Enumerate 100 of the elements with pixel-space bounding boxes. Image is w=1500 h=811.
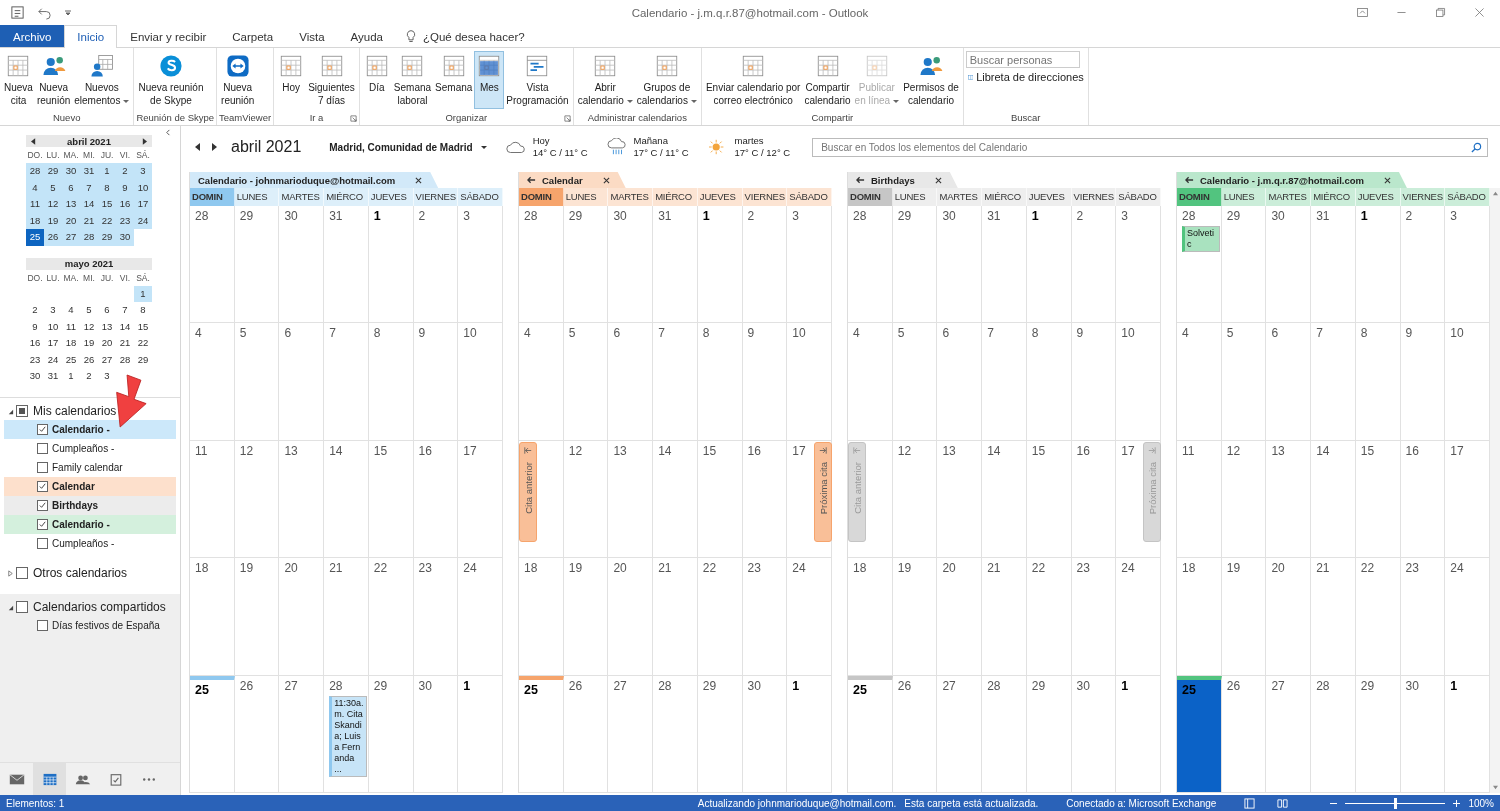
date-cell[interactable]: 19 xyxy=(80,335,98,352)
date-cell[interactable]: 21 xyxy=(116,335,134,352)
ribbon-button[interactable]: Semana laboral xyxy=(391,51,434,109)
calendar-name[interactable]: Calendar xyxy=(52,480,95,492)
date-cell[interactable]: 2 xyxy=(80,368,98,385)
customize-caret-icon[interactable] xyxy=(64,8,72,17)
date-cell[interactable]: 28 xyxy=(116,351,134,368)
date-cell[interactable]: 30 xyxy=(26,368,44,385)
date-cell[interactable]: 20 xyxy=(98,335,116,352)
checkbox[interactable] xyxy=(16,567,28,579)
date-cell[interactable]: 25 xyxy=(62,351,80,368)
date-cell[interactable]: 24 xyxy=(44,351,62,368)
close-icon[interactable] xyxy=(415,176,423,184)
date-cell[interactable]: 30 xyxy=(116,229,134,246)
ribbon-display-icon[interactable] xyxy=(1356,6,1369,19)
next-appointment-button[interactable]: Próxima cita xyxy=(814,442,832,542)
date-cell[interactable]: 16 xyxy=(116,196,134,213)
calendar-tab[interactable]: Calendar xyxy=(519,172,626,188)
previous-appointment-button[interactable]: Cita anterior xyxy=(519,442,537,542)
date-cell[interactable]: 15 xyxy=(134,318,152,335)
date-cell[interactable]: 1 xyxy=(62,368,80,385)
date-cell[interactable]: 29 xyxy=(44,163,62,180)
group-name[interactable]: Otros calendarios xyxy=(33,566,128,580)
date-cell[interactable]: 31 xyxy=(44,368,62,385)
close-icon[interactable] xyxy=(602,176,610,184)
date-cell[interactable]: 28 xyxy=(80,229,98,246)
ribbon-tab[interactable]: Inicio xyxy=(64,25,118,48)
ribbon-button[interactable]: Nueva reunión de Skype xyxy=(136,51,206,109)
ribbon-tab[interactable]: Carpeta xyxy=(219,25,287,47)
tell-me-search[interactable]: ¿Qué desea hacer? xyxy=(415,25,538,47)
checkbox[interactable] xyxy=(16,601,28,613)
checkbox[interactable] xyxy=(37,461,48,473)
checkbox[interactable] xyxy=(37,423,48,435)
dialog-launcher-icon[interactable] xyxy=(563,115,571,122)
zoom-thumb[interactable] xyxy=(1394,797,1398,809)
date-cell[interactable]: 1 xyxy=(134,285,152,302)
calendar-name[interactable]: Birthdays xyxy=(52,499,99,511)
restore-icon[interactable] xyxy=(1434,6,1447,19)
calendar-name[interactable]: Días festivos de España xyxy=(52,619,160,631)
date-cell[interactable]: 17 xyxy=(134,196,152,213)
ribbon-tab[interactable]: Ayuda xyxy=(337,25,396,47)
appointment[interactable]: Solvetic xyxy=(1182,226,1220,252)
group-name[interactable]: Calendarios compartidos xyxy=(33,600,166,614)
file-tab[interactable]: Archivo xyxy=(0,25,65,47)
calendar-name[interactable]: Calendario - xyxy=(52,423,110,435)
calendar-name[interactable]: Family calendar xyxy=(52,461,123,473)
date-cell[interactable]: 2 xyxy=(116,163,134,180)
date-cell[interactable]: 13 xyxy=(62,196,80,213)
date-cell[interactable]: 25 xyxy=(26,229,44,246)
date-cell[interactable]: 18 xyxy=(62,335,80,352)
ribbon-button[interactable]: Semana xyxy=(433,51,475,109)
date-cell[interactable]: 3 xyxy=(98,368,116,385)
date-cell[interactable]: 5 xyxy=(80,302,98,319)
date-cell[interactable]: 10 xyxy=(44,318,62,335)
ribbon-button[interactable]: Siguientes 7 días xyxy=(306,51,357,109)
date-cell[interactable]: 3 xyxy=(134,163,152,180)
calendar-tab[interactable]: Calendario - j.m.q.r.87@hotmail.com xyxy=(1177,172,1407,188)
close-icon[interactable] xyxy=(1383,176,1391,184)
people-search-field[interactable]: Buscar personas xyxy=(965,51,1080,68)
date-cell[interactable]: 11 xyxy=(26,196,44,213)
date-cell[interactable]: 26 xyxy=(44,229,62,246)
date-cell[interactable]: 11 xyxy=(62,318,80,335)
checkbox[interactable] xyxy=(37,537,48,549)
checkbox[interactable] xyxy=(37,619,48,631)
date-cell[interactable]: 4 xyxy=(62,302,80,319)
date-cell[interactable]: 2 xyxy=(26,302,44,319)
date-cell[interactable]: 28 xyxy=(26,163,44,180)
ribbon-button[interactable]: Nueva cita xyxy=(2,51,35,109)
date-cell[interactable]: 12 xyxy=(44,196,62,213)
date-cell[interactable]: 7 xyxy=(116,302,134,319)
date-cell[interactable]: 29 xyxy=(134,351,152,368)
calendar-name[interactable]: Cumpleaños - xyxy=(52,537,115,549)
today-cell[interactable]: 25 xyxy=(1177,675,1222,793)
normal-view-icon[interactable] xyxy=(1244,797,1256,809)
date-cell[interactable]: 26 xyxy=(80,351,98,368)
date-cell[interactable]: 27 xyxy=(62,229,80,246)
calendar-tab[interactable]: Birthdays xyxy=(848,172,958,188)
scroll-bar[interactable] xyxy=(1490,188,1500,793)
date-cell[interactable]: 31 xyxy=(80,163,98,180)
date-cell[interactable]: 29 xyxy=(98,229,116,246)
navigation-button[interactable] xyxy=(33,763,66,795)
overlay-arrow-icon[interactable] xyxy=(527,176,536,184)
checkbox[interactable] xyxy=(37,442,48,454)
ribbon-button[interactable]: Hoy xyxy=(276,51,307,109)
search-icon[interactable] xyxy=(1471,141,1482,153)
date-cell[interactable]: 16 xyxy=(26,335,44,352)
ribbon-button[interactable]: Enviar calendario por correo electrónico xyxy=(703,51,803,109)
previous-month-icon[interactable] xyxy=(31,137,36,145)
ribbon-button[interactable]: Abrir calendario xyxy=(575,51,635,109)
date-cell[interactable]: 9 xyxy=(26,318,44,335)
checkbox[interactable] xyxy=(16,405,28,417)
ribbon-button[interactable]: Compartir calendario xyxy=(802,51,853,109)
date-cell[interactable]: 8 xyxy=(134,302,152,319)
address-book-button[interactable]: Libreta de direcciones xyxy=(965,71,1086,83)
next-month-icon[interactable] xyxy=(142,137,147,145)
ribbon-button[interactable]: Nueva reunión xyxy=(34,51,73,109)
group-name[interactable]: Mis calendarios xyxy=(33,404,117,418)
appointment[interactable]: 11:30a. m. Cita Skandia; Luisa Fernanda ... xyxy=(329,695,368,777)
overlay-arrow-icon[interactable] xyxy=(1185,176,1194,184)
date-cell[interactable]: 12 xyxy=(80,318,98,335)
